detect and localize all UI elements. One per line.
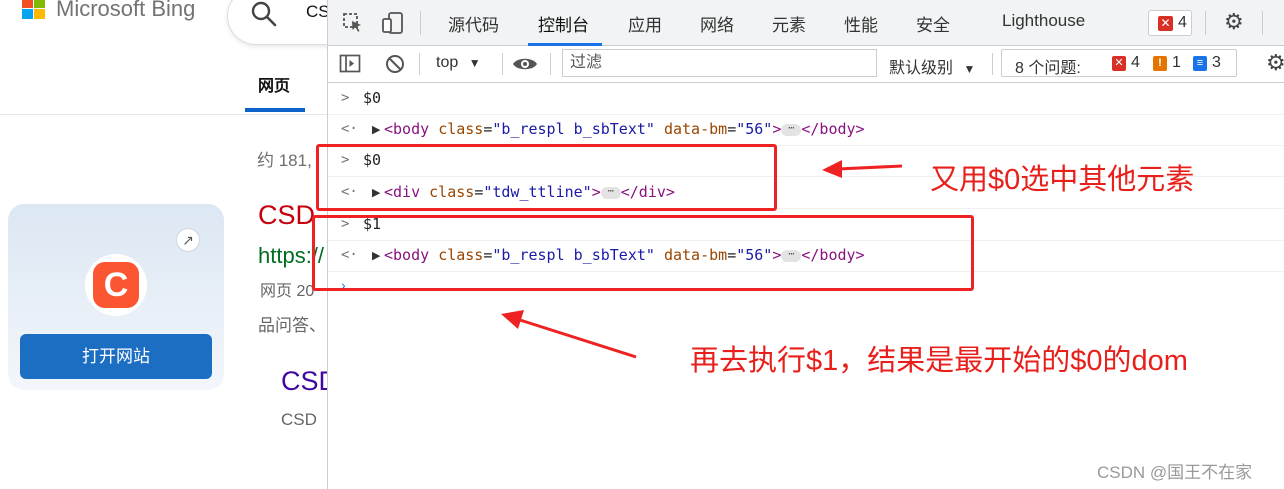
open-site-button[interactable]: 打开网站 (20, 334, 212, 379)
microsoft-logo-icon (22, 0, 46, 22)
context-selector[interactable]: top ▼ (436, 54, 481, 72)
error-icon: ✕ (1158, 16, 1173, 31)
inspect-element-icon[interactable] (342, 12, 364, 34)
site-card: ↗ C 打开网站 (8, 204, 224, 390)
bing-page: Microsoft Bing CSD 网页 约 181, ↗ C 打开网站 CS… (0, 0, 330, 489)
toolbar-separator (419, 53, 420, 75)
chevron-down-icon: ▼ (963, 62, 976, 76)
toolbar-separator-2 (502, 53, 503, 75)
log-levels-dropdown[interactable]: 默认级别 ▼ (889, 54, 975, 78)
tab-web-underline (245, 108, 305, 112)
tab-security[interactable]: 安全 (916, 11, 950, 36)
dom-node-preview[interactable]: <body class="b_respl b_sbText" data-bm="… (384, 120, 865, 138)
annotation-note-2: 再去执行$1，结果是最开始的$0的dom (690, 345, 1188, 377)
warning-icon: ! (1153, 56, 1167, 71)
console-result-line[interactable]: <· ▶ <body class="b_respl b_sbText" data… (328, 115, 1284, 146)
tab-sources[interactable]: 源代码 (448, 11, 499, 36)
chevron-down-icon: ▼ (468, 56, 481, 70)
result2-title-link[interactable]: CSD (281, 366, 330, 397)
tab-web[interactable]: 网页 (258, 72, 290, 96)
console-input-line[interactable]: > $0 (328, 84, 1284, 115)
device-toolbar-icon[interactable] (381, 11, 405, 35)
issues-warning-count: 1 (1172, 54, 1181, 71)
site-logo-ring: C (85, 254, 147, 316)
input-chevron-icon: > (341, 90, 350, 106)
issues-button[interactable]: 8 个问题: ✕ 4 ! 1 ≡ 3 (1001, 49, 1237, 77)
tab-network[interactable]: 网络 (700, 11, 734, 36)
result-count: 约 181, (257, 151, 312, 170)
result-arrow-icon: <· (341, 121, 358, 137)
annotation-box-2 (312, 215, 974, 291)
tab-console[interactable]: 控制台 (538, 11, 589, 36)
console-settings-gear-icon[interactable]: ⚙ (1266, 50, 1284, 76)
tabbar-separator-3 (1262, 11, 1263, 35)
toolbar-separator-3 (550, 53, 551, 75)
tab-elements[interactable]: 元素 (772, 11, 806, 36)
tabbar-separator (420, 11, 421, 35)
console-input-text: $0 (363, 89, 382, 107)
result-meta: 网页 20 (260, 283, 315, 300)
issues-error-count: 4 (1131, 54, 1140, 71)
result2-subtitle: CSD (281, 410, 317, 429)
error-icon: ✕ (1112, 56, 1126, 71)
toolbar-separator-4 (992, 53, 993, 75)
error-count-badge[interactable]: ✕ 4 (1148, 10, 1192, 36)
live-expression-eye-icon[interactable] (512, 55, 538, 73)
csdn-watermark: CSDN @国王不在家 (1097, 463, 1253, 482)
tab-performance[interactable]: 性能 (844, 11, 878, 36)
collapsed-children-icon: ⋯ (781, 123, 802, 136)
annotation-note-1: 又用$0选中其他元素 (930, 164, 1195, 196)
tabbar-separator-2 (1205, 11, 1206, 35)
external-link-icon[interactable]: ↗ (176, 228, 200, 252)
settings-gear-icon[interactable]: ⚙ (1224, 9, 1244, 35)
clear-console-icon[interactable] (384, 53, 406, 75)
search-icon[interactable] (250, 0, 278, 28)
error-count: 4 (1178, 14, 1187, 31)
bing-brand[interactable]: Microsoft Bing (56, 0, 195, 22)
devtools-tabbar: 源代码 控制台 应用 网络 元素 性能 安全 Lighthouse ✕ 4 ⚙ (328, 0, 1284, 46)
screenshot-root: Microsoft Bing CSD 网页 约 181, ↗ C 打开网站 CS… (0, 0, 1284, 489)
tab-lighthouse[interactable]: Lighthouse (1002, 11, 1085, 31)
console-toolbar: top ▼ 默认级别 ▼ 8 个问题: ✕ 4 ! (328, 46, 1284, 83)
log-levels-label: 默认级别 (889, 60, 954, 77)
issues-info-count: 3 (1212, 54, 1221, 71)
bing-search-box[interactable]: CSD (228, 0, 330, 44)
csdn-logo-icon: C (93, 262, 139, 308)
issues-label: 8 个问题: (1015, 60, 1081, 77)
sidebar-toggle-icon[interactable] (339, 53, 361, 75)
bing-divider (0, 114, 330, 115)
context-label: top (436, 54, 459, 71)
info-icon: ≡ (1193, 56, 1207, 71)
result-title-link[interactable]: CSD (258, 200, 315, 231)
tab-application[interactable]: 应用 (628, 11, 662, 36)
filter-box[interactable] (562, 49, 877, 77)
annotation-box-1 (316, 144, 777, 211)
expand-triangle-icon[interactable]: ▶ (372, 123, 380, 136)
filter-input[interactable] (563, 50, 876, 76)
result-snippet: 品问答、 (258, 316, 326, 335)
